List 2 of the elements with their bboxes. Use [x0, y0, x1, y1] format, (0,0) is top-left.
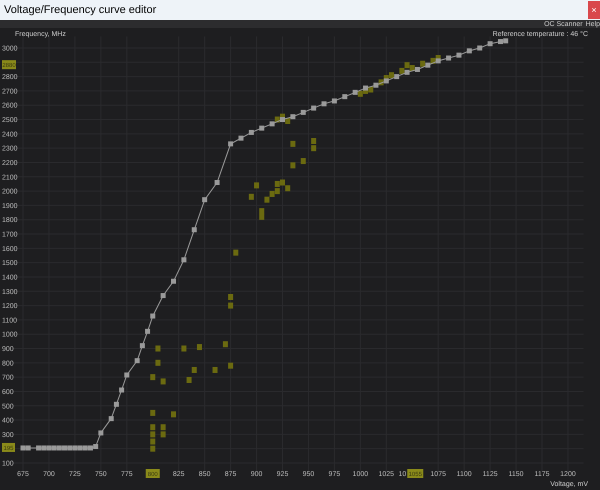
close-button[interactable]: ×	[588, 1, 600, 19]
window-title: Voltage/Frequency curve editor	[4, 2, 156, 18]
